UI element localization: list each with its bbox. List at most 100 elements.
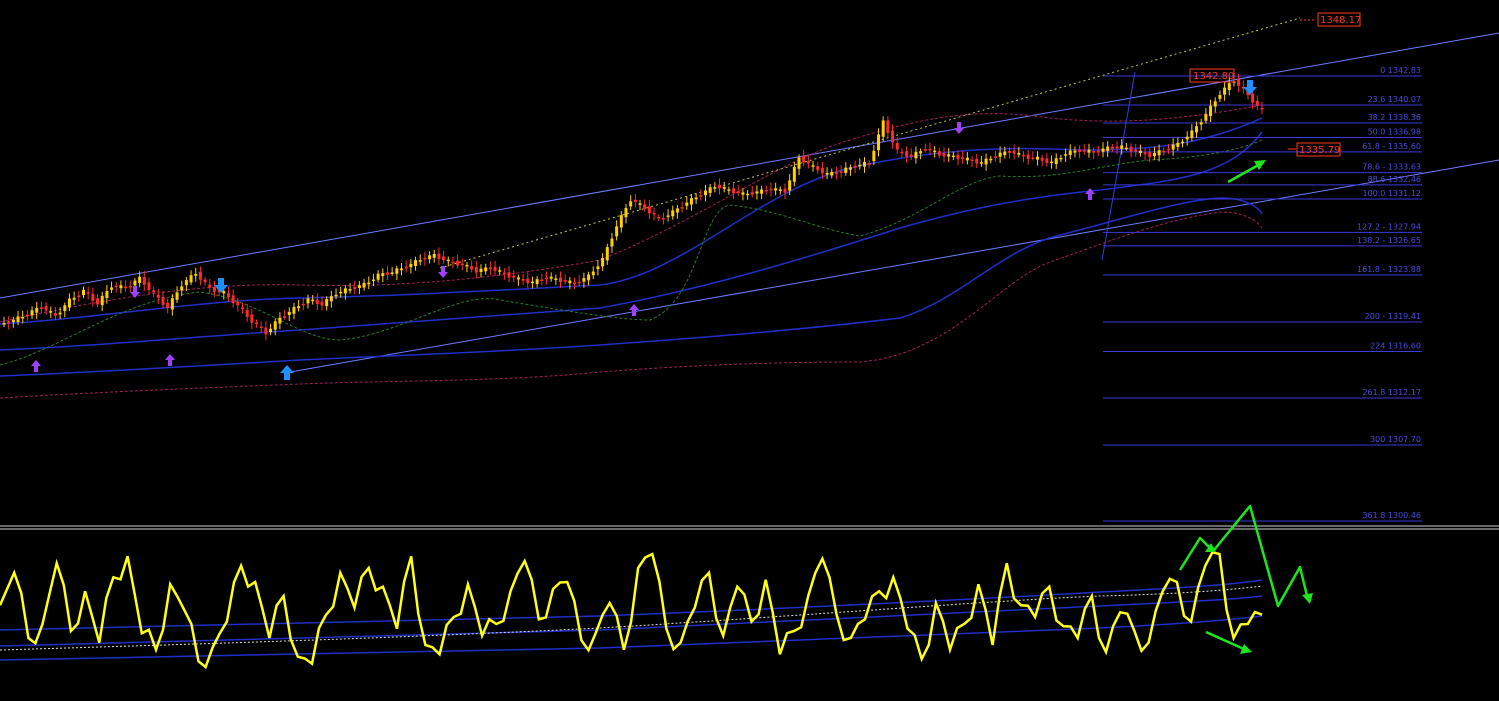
candle-bull bbox=[1017, 152, 1021, 155]
candle-bull bbox=[16, 316, 20, 322]
candle-bull bbox=[638, 203, 642, 205]
trading-chart[interactable]: 0 1342.83 23.6 1340.07 38.2 1338.36 50.0 13… bbox=[0, 0, 1499, 701]
candle-bull bbox=[1157, 150, 1161, 156]
candle-bear bbox=[1110, 146, 1114, 149]
candle-bear bbox=[573, 282, 577, 284]
fib-level-label: 100.0 1331.12 bbox=[1362, 189, 1421, 198]
fib-level-label: 224 1316.60 bbox=[1370, 341, 1421, 350]
candle-bull bbox=[138, 276, 142, 283]
candle-bull bbox=[1190, 130, 1194, 138]
candle-bull bbox=[184, 280, 188, 286]
candle-bear bbox=[128, 285, 132, 288]
candle-bear bbox=[736, 191, 740, 194]
candle-bear bbox=[488, 267, 492, 270]
candle-bull bbox=[778, 189, 782, 191]
candle-bear bbox=[942, 153, 946, 157]
candle-bear bbox=[259, 326, 263, 328]
candle-bull bbox=[194, 274, 198, 276]
candle-bear bbox=[502, 272, 506, 275]
candle-bear bbox=[142, 277, 146, 285]
candle-bull bbox=[1180, 141, 1184, 144]
candle-bear bbox=[264, 327, 268, 335]
candle-bull bbox=[170, 298, 174, 310]
candle-bear bbox=[1007, 150, 1011, 153]
candle-bull bbox=[848, 167, 852, 170]
candle-bull bbox=[348, 289, 352, 291]
candle-bear bbox=[1092, 151, 1096, 153]
candle-bull bbox=[329, 296, 333, 302]
candle-bull bbox=[1138, 150, 1142, 154]
candle-bull bbox=[774, 188, 778, 191]
candle-bull bbox=[760, 189, 764, 194]
candle-bull bbox=[428, 255, 432, 260]
candle-bull bbox=[554, 278, 558, 280]
candle-bear bbox=[783, 188, 787, 193]
candle-bull bbox=[1227, 83, 1231, 91]
candle-bull bbox=[1036, 156, 1040, 160]
candle-bull bbox=[376, 273, 380, 280]
candle-bull bbox=[947, 154, 951, 157]
candle-bull bbox=[881, 120, 885, 137]
candle-bear bbox=[404, 266, 408, 269]
candle-bear bbox=[25, 314, 29, 317]
candle-bear bbox=[652, 212, 656, 215]
candle-bull bbox=[325, 299, 329, 307]
candle-bull bbox=[498, 270, 502, 272]
candle-bull bbox=[1068, 150, 1072, 155]
candle-bull bbox=[311, 299, 315, 302]
fib-level-label: 127.2 - 1327.94 bbox=[1357, 222, 1421, 231]
candle-bull bbox=[1199, 122, 1203, 125]
candle-bear bbox=[891, 130, 895, 143]
candle-bear bbox=[806, 161, 810, 164]
candle-bear bbox=[643, 204, 647, 209]
candle-bear bbox=[91, 293, 95, 301]
candle-bull bbox=[591, 271, 595, 276]
candle-bull bbox=[1185, 136, 1189, 140]
candle-bull bbox=[175, 292, 179, 300]
fib-level-label: 38.2 1338.36 bbox=[1368, 113, 1421, 122]
candle-bear bbox=[540, 279, 544, 282]
candle-bull bbox=[11, 319, 15, 323]
candle-bear bbox=[633, 199, 637, 202]
candle-bear bbox=[166, 302, 170, 309]
candle-bull bbox=[1087, 149, 1091, 153]
candle-bear bbox=[353, 286, 357, 290]
candle-bear bbox=[53, 313, 57, 316]
candle-bear bbox=[1021, 154, 1025, 157]
candle-bear bbox=[231, 295, 235, 304]
candle-bear bbox=[301, 303, 305, 306]
candle-bull bbox=[1059, 157, 1063, 160]
candle-bull bbox=[72, 297, 76, 300]
candle-bear bbox=[226, 293, 230, 298]
candle-bear bbox=[802, 155, 806, 163]
candle-bull bbox=[479, 268, 483, 272]
candle-bull bbox=[292, 306, 296, 314]
candle-bull bbox=[610, 238, 614, 247]
candle-bear bbox=[1115, 146, 1119, 149]
candle-bull bbox=[432, 254, 436, 258]
candle-bull bbox=[343, 288, 347, 294]
candle-bull bbox=[1064, 154, 1068, 156]
candle-bear bbox=[867, 163, 871, 165]
candle-bull bbox=[67, 298, 71, 308]
candle-bull bbox=[1106, 146, 1110, 151]
candle-bear bbox=[283, 316, 287, 318]
candle-bear bbox=[647, 206, 651, 214]
fib-level-label: 261.8 1312.17 bbox=[1362, 388, 1421, 397]
candle-bear bbox=[563, 279, 567, 282]
candle-bear bbox=[1082, 150, 1086, 152]
fib-level-label: 50.0 1336.98 bbox=[1368, 127, 1421, 136]
candle-bull bbox=[1209, 105, 1213, 117]
candle-bull bbox=[2, 323, 6, 325]
candle-bull bbox=[933, 150, 937, 153]
candle-bull bbox=[979, 162, 983, 164]
candle-bear bbox=[236, 301, 240, 306]
candle-bull bbox=[685, 202, 689, 206]
candle-bear bbox=[147, 282, 151, 290]
candle-bull bbox=[1218, 94, 1222, 99]
candle-bear bbox=[895, 143, 899, 150]
candle-bear bbox=[1045, 158, 1049, 163]
candle-bear bbox=[577, 281, 581, 284]
fib-level-label: 161.8 - 1323.88 bbox=[1357, 265, 1421, 274]
candle-bear bbox=[1166, 148, 1170, 151]
